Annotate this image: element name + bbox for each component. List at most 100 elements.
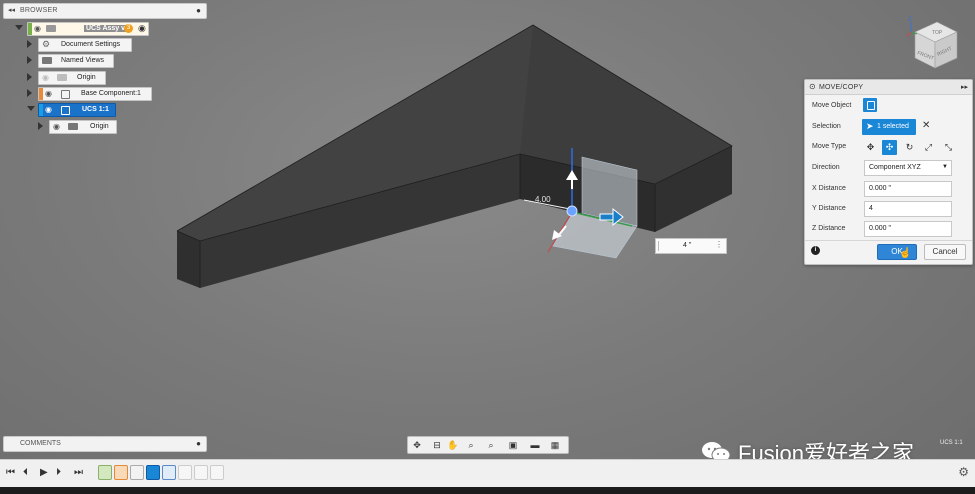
y-distance-label: Y Distance xyxy=(812,205,846,212)
browser-node-origin[interactable]: ◉ Origin xyxy=(38,71,106,85)
gear-icon: ⚙ xyxy=(42,39,51,49)
timeline-feature-6[interactable] xyxy=(178,465,192,480)
zoom-icon[interactable]: ⌕ xyxy=(464,439,478,451)
cursor-icon: ➤ xyxy=(866,121,874,131)
look-at-icon[interactable]: ⊟ xyxy=(430,439,444,451)
rotate-icon[interactable]: ↻ xyxy=(902,140,917,155)
selection-button[interactable]: ➤ 1 selected xyxy=(862,119,916,135)
z-distance-label: Z Distance xyxy=(812,225,846,232)
distance-input[interactable]: 4 " ⋮ xyxy=(655,238,727,254)
move-copy-dialog: ⊙ MOVE/COPY ▸▸ Move Object Selection ➤ 1… xyxy=(804,79,973,265)
browser-node-document-settings[interactable]: ⚙ Document Settings xyxy=(38,38,132,52)
bottom-status-band xyxy=(0,487,975,494)
browser-title: BROWSER xyxy=(20,7,58,14)
step-back-icon[interactable]: ⏴ xyxy=(23,467,28,478)
timeline-feature-8[interactable] xyxy=(210,465,224,480)
timeline-bar: ⏮ ⏴ ▶ ⏵ ⏭ ⚙ xyxy=(0,459,975,488)
y-distance-field[interactable]: 4 xyxy=(864,201,952,217)
fit-icon[interactable]: ⌕ xyxy=(484,439,498,451)
move-icon: ⊙ xyxy=(809,82,816,91)
timeline-feature-2[interactable] xyxy=(114,465,128,480)
selection-label: Selection xyxy=(812,123,841,130)
rewind-icon[interactable]: ⏮ xyxy=(6,467,15,478)
view-cube[interactable]: TOP FRONT RIGHT Z xyxy=(905,12,965,74)
expand-doc-settings-icon[interactable] xyxy=(27,40,32,48)
collapse-root-icon[interactable] xyxy=(15,25,23,30)
direction-value: Component XYZ xyxy=(869,164,921,171)
grid-icon[interactable]: ▦ xyxy=(548,439,562,451)
comments-toggle-icon[interactable]: ● xyxy=(196,439,201,448)
translate-xyz-icon[interactable]: ✣ xyxy=(882,140,897,155)
orbit-icon[interactable]: ✥ xyxy=(410,439,424,451)
expand-base-component-icon[interactable] xyxy=(27,89,32,97)
info-icon[interactable]: i xyxy=(811,246,820,255)
ucs-origin-label: Origin xyxy=(90,123,109,130)
timeline-feature-3[interactable] xyxy=(130,465,144,480)
dialog-titlebar[interactable]: ⊙ MOVE/COPY ▸▸ xyxy=(805,80,972,95)
clear-selection-icon[interactable]: ✕ xyxy=(922,120,930,131)
mouse-cursor-icon: ☝ xyxy=(899,248,912,259)
more-options-icon[interactable]: ⋮ xyxy=(715,240,723,249)
expand-ucs-origin-icon[interactable] xyxy=(38,122,43,130)
display-settings-icon[interactable]: ▣ xyxy=(506,439,520,451)
x-distance-field[interactable]: 0.000 " xyxy=(864,181,952,197)
browser-node-named-views[interactable]: Named Views xyxy=(38,54,114,68)
base-component-label: Base Component:1 xyxy=(81,90,141,97)
play-icon[interactable]: ▶ xyxy=(40,467,48,478)
collapse-icon[interactable]: ◂◂ xyxy=(8,6,15,14)
x-distance-value: 0.000 " xyxy=(869,185,891,192)
y-distance-value: 4 xyxy=(869,205,873,212)
origin-handle[interactable] xyxy=(566,205,578,217)
activate-radio-icon[interactable]: ◉ xyxy=(138,23,146,34)
ucs-label: UCS 1:1 xyxy=(82,106,109,113)
browser-panel-header[interactable]: ◂◂ BROWSER ● xyxy=(3,3,207,19)
expand-origin-icon[interactable] xyxy=(27,73,32,81)
free-move-icon[interactable]: ✥ xyxy=(863,140,878,155)
collapse-ucs-icon[interactable] xyxy=(27,106,35,111)
timeline-feature-5[interactable] xyxy=(162,465,176,480)
selection-value: 1 selected xyxy=(877,123,909,130)
close-icon[interactable]: ● xyxy=(196,6,201,15)
timeline-feature-1[interactable] xyxy=(98,465,112,480)
direction-select[interactable]: Component XYZ ▼ xyxy=(864,160,952,176)
z-distance-field[interactable]: 0.000 " xyxy=(864,221,952,237)
z-distance-value: 0.000 " xyxy=(869,225,891,232)
visibility-eye-icon[interactable]: ◉ xyxy=(45,105,52,114)
distance-input-value: 4 " xyxy=(683,242,692,249)
origin-label: Origin xyxy=(77,74,96,81)
folder-icon xyxy=(68,123,78,130)
pan-icon[interactable]: ✋ xyxy=(446,439,460,451)
assembly-icon xyxy=(46,25,56,32)
dialog-title: MOVE/COPY xyxy=(819,84,864,91)
expand-named-views-icon[interactable] xyxy=(27,56,32,64)
move-object-bodies-button[interactable] xyxy=(863,98,877,112)
expand-dialog-icon[interactable]: ▸▸ xyxy=(961,83,968,91)
navigation-toolbar: ✥ ⊟ ✋ ⌕ ⌕ ▣ ▬ ▦ xyxy=(407,436,569,454)
timeline-feature-7[interactable] xyxy=(194,465,208,480)
visual-style-icon[interactable]: ▬ xyxy=(528,439,542,451)
comments-panel-header[interactable]: COMMENTS ● xyxy=(3,436,207,452)
named-views-label: Named Views xyxy=(61,57,105,64)
browser-node-ucs[interactable]: ◉ UCS 1:1 xyxy=(38,103,116,117)
dimension-label: 4.00 xyxy=(535,195,551,204)
move-type-label: Move Type xyxy=(812,143,847,150)
folder-icon xyxy=(42,57,52,64)
visibility-eye-icon[interactable]: ◉ xyxy=(45,89,52,98)
browser-node-ucs-origin[interactable]: ◉ Origin xyxy=(49,120,117,134)
visibility-eye-icon[interactable]: ◉ xyxy=(53,122,60,131)
viewcube-top-label: TOP xyxy=(932,30,943,36)
chevron-down-icon: ▼ xyxy=(942,164,948,170)
browser-node-base-component[interactable]: ◉ Base Component:1 xyxy=(38,87,152,101)
point-to-point-icon[interactable]: ⤢ xyxy=(921,140,936,155)
point-to-position-icon[interactable]: ⤡ xyxy=(941,140,956,155)
active-component-label: UCS 1:1 xyxy=(940,440,963,446)
warning-badge[interactable]: 3 xyxy=(124,24,133,33)
visibility-eye-icon[interactable]: ◉ xyxy=(34,24,41,33)
visibility-eye-icon[interactable]: ◉ xyxy=(42,73,49,82)
cancel-button[interactable]: Cancel xyxy=(924,244,966,260)
timeline-feature-4[interactable] xyxy=(146,465,160,480)
timeline-settings-gear-icon[interactable]: ⚙ xyxy=(958,465,969,479)
component-icon xyxy=(61,90,70,99)
step-forward-icon[interactable]: ⏵ xyxy=(56,467,61,478)
fast-forward-icon[interactable]: ⏭ xyxy=(74,467,83,478)
